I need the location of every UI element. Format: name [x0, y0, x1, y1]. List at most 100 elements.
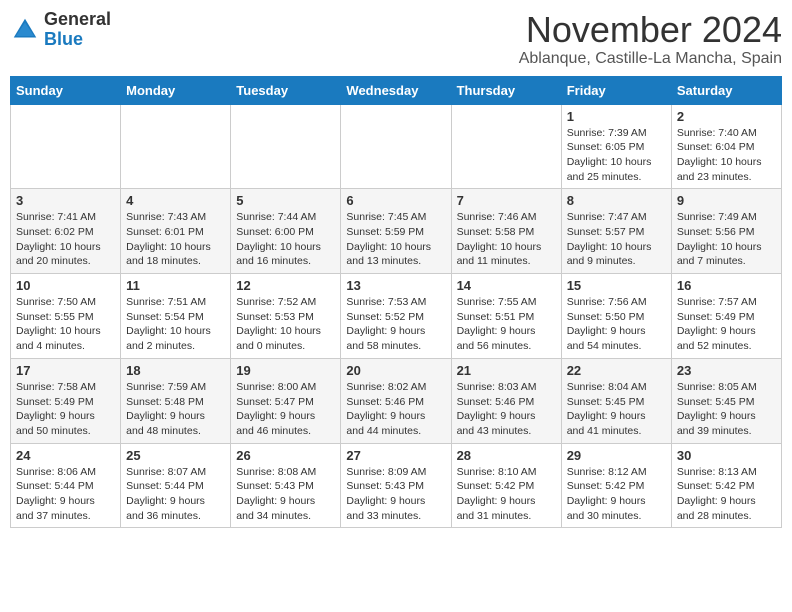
calendar-cell: 12 Sunrise: 7:52 AM Sunset: 5:53 PM Dayli…: [231, 274, 341, 359]
calendar-cell: 11 Sunrise: 7:51 AM Sunset: 5:54 PM Dayli…: [121, 274, 231, 359]
day-number: 15: [567, 278, 666, 293]
calendar-cell: [121, 104, 231, 189]
day-info: Sunrise: 7:51 AM Sunset: 5:54 PM Dayligh…: [126, 295, 225, 354]
day-info: Sunrise: 8:02 AM Sunset: 5:46 PM Dayligh…: [346, 380, 445, 439]
calendar-cell: 24Sunrise: 8:06 AM Sunset: 5:44 PM Dayli…: [11, 443, 121, 528]
day-info: Sunrise: 7:47 AM Sunset: 5:57 PM Dayligh…: [567, 210, 666, 269]
calendar-cell: 13 Sunrise: 7:53 AM Sunset: 5:52 PM Dayli…: [341, 274, 451, 359]
day-info: Sunrise: 7:44 AM Sunset: 6:00 PM Dayligh…: [236, 210, 335, 269]
day-number: 8: [567, 193, 666, 208]
day-number: 29: [567, 448, 666, 463]
day-number: 1: [567, 109, 666, 124]
day-info: Sunrise: 8:08 AM Sunset: 5:43 PM Dayligh…: [236, 465, 335, 524]
day-info: Sunrise: 8:07 AM Sunset: 5:44 PM Dayligh…: [126, 465, 225, 524]
day-info: Sunrise: 8:10 AM Sunset: 5:42 PM Dayligh…: [457, 465, 556, 524]
calendar-cell: 3 Sunrise: 7:41 AM Sunset: 6:02 PM Daylig…: [11, 189, 121, 274]
day-info: Sunrise: 7:58 AM Sunset: 5:49 PM Dayligh…: [16, 380, 115, 439]
calendar-cell: 4 Sunrise: 7:43 AM Sunset: 6:01 PM Daylig…: [121, 189, 231, 274]
calendar-cell: [341, 104, 451, 189]
day-info: Sunrise: 8:13 AM Sunset: 5:42 PM Dayligh…: [677, 465, 776, 524]
title-block: November 2024 Ablanque, Castille-La Manc…: [519, 10, 782, 68]
day-info: Sunrise: 7:49 AM Sunset: 5:56 PM Dayligh…: [677, 210, 776, 269]
logo-blue: Blue: [44, 29, 83, 49]
calendar-cell: 27 Sunrise: 8:09 AM Sunset: 5:43 PM Dayli…: [341, 443, 451, 528]
day-info: Sunrise: 8:03 AM Sunset: 5:46 PM Dayligh…: [457, 380, 556, 439]
day-number: 9: [677, 193, 776, 208]
weekday-header: Saturday: [671, 76, 781, 104]
calendar-cell: 30 Sunrise: 8:13 AM Sunset: 5:42 PM Dayli…: [671, 443, 781, 528]
day-info: Sunrise: 8:04 AM Sunset: 5:45 PM Dayligh…: [567, 380, 666, 439]
day-number: 6: [346, 193, 445, 208]
logo: General Blue: [10, 10, 111, 50]
day-number: 13: [346, 278, 445, 293]
day-info: Sunrise: 8:00 AM Sunset: 5:47 PM Dayligh…: [236, 380, 335, 439]
day-number: 17: [16, 363, 115, 378]
weekday-header: Friday: [561, 76, 671, 104]
day-info: Sunrise: 7:55 AM Sunset: 5:51 PM Dayligh…: [457, 295, 556, 354]
day-info: Sunrise: 7:41 AM Sunset: 6:02 PM Dayligh…: [16, 210, 115, 269]
calendar-cell: 9 Sunrise: 7:49 AM Sunset: 5:56 PM Daylig…: [671, 189, 781, 274]
calendar-cell: 1 Sunrise: 7:39 AM Sunset: 6:05 PM Daylig…: [561, 104, 671, 189]
logo-icon: [10, 15, 40, 45]
calendar-cell: [451, 104, 561, 189]
weekday-header: Thursday: [451, 76, 561, 104]
day-number: 2: [677, 109, 776, 124]
calendar-cell: 18 Sunrise: 7:59 AM Sunset: 5:48 PM Dayli…: [121, 358, 231, 443]
page-header: General Blue November 2024 Ablanque, Cas…: [10, 10, 782, 68]
calendar-cell: 10Sunrise: 7:50 AM Sunset: 5:55 PM Dayli…: [11, 274, 121, 359]
calendar-cell: 7Sunrise: 7:46 AM Sunset: 5:58 PM Daylig…: [451, 189, 561, 274]
calendar-cell: 20 Sunrise: 8:02 AM Sunset: 5:46 PM Dayli…: [341, 358, 451, 443]
day-info: Sunrise: 7:59 AM Sunset: 5:48 PM Dayligh…: [126, 380, 225, 439]
day-number: 18: [126, 363, 225, 378]
day-number: 12: [236, 278, 335, 293]
day-info: Sunrise: 7:43 AM Sunset: 6:01 PM Dayligh…: [126, 210, 225, 269]
day-number: 11: [126, 278, 225, 293]
day-info: Sunrise: 8:05 AM Sunset: 5:45 PM Dayligh…: [677, 380, 776, 439]
weekday-header: Sunday: [11, 76, 121, 104]
calendar-cell: 25 Sunrise: 8:07 AM Sunset: 5:44 PM Dayli…: [121, 443, 231, 528]
day-number: 5: [236, 193, 335, 208]
calendar-cell: 16 Sunrise: 7:57 AM Sunset: 5:49 PM Dayli…: [671, 274, 781, 359]
day-info: Sunrise: 8:12 AM Sunset: 5:42 PM Dayligh…: [567, 465, 666, 524]
day-number: 14: [457, 278, 556, 293]
day-info: Sunrise: 7:40 AM Sunset: 6:04 PM Dayligh…: [677, 126, 776, 185]
day-number: 3: [16, 193, 115, 208]
day-info: Sunrise: 7:57 AM Sunset: 5:49 PM Dayligh…: [677, 295, 776, 354]
day-number: 28: [457, 448, 556, 463]
day-info: Sunrise: 7:39 AM Sunset: 6:05 PM Dayligh…: [567, 126, 666, 185]
logo-text: General Blue: [44, 10, 111, 50]
day-number: 20: [346, 363, 445, 378]
calendar-cell: 8 Sunrise: 7:47 AM Sunset: 5:57 PM Daylig…: [561, 189, 671, 274]
calendar-cell: 19Sunrise: 8:00 AM Sunset: 5:47 PM Dayli…: [231, 358, 341, 443]
day-number: 21: [457, 363, 556, 378]
calendar-week-row: 1 Sunrise: 7:39 AM Sunset: 6:05 PM Daylig…: [11, 104, 782, 189]
calendar-cell: 14 Sunrise: 7:55 AM Sunset: 5:51 PM Dayli…: [451, 274, 561, 359]
day-number: 30: [677, 448, 776, 463]
day-number: 10: [16, 278, 115, 293]
day-number: 22: [567, 363, 666, 378]
weekday-header: Wednesday: [341, 76, 451, 104]
day-info: Sunrise: 8:09 AM Sunset: 5:43 PM Dayligh…: [346, 465, 445, 524]
weekday-header: Tuesday: [231, 76, 341, 104]
calendar-cell: 5 Sunrise: 7:44 AM Sunset: 6:00 PM Daylig…: [231, 189, 341, 274]
weekday-header: Monday: [121, 76, 231, 104]
calendar-table: SundayMondayTuesdayWednesdayThursdayFrid…: [10, 76, 782, 529]
day-info: Sunrise: 7:53 AM Sunset: 5:52 PM Dayligh…: [346, 295, 445, 354]
day-info: Sunrise: 7:52 AM Sunset: 5:53 PM Dayligh…: [236, 295, 335, 354]
calendar-cell: 28 Sunrise: 8:10 AM Sunset: 5:42 PM Dayli…: [451, 443, 561, 528]
calendar-week-row: 24Sunrise: 8:06 AM Sunset: 5:44 PM Dayli…: [11, 443, 782, 528]
logo-general: General: [44, 9, 111, 29]
day-number: 27: [346, 448, 445, 463]
day-number: 23: [677, 363, 776, 378]
calendar-week-row: 3 Sunrise: 7:41 AM Sunset: 6:02 PM Daylig…: [11, 189, 782, 274]
calendar-cell: 22 Sunrise: 8:04 AM Sunset: 5:45 PM Dayli…: [561, 358, 671, 443]
day-number: 24: [16, 448, 115, 463]
day-info: Sunrise: 7:45 AM Sunset: 5:59 PM Dayligh…: [346, 210, 445, 269]
day-number: 16: [677, 278, 776, 293]
day-number: 4: [126, 193, 225, 208]
day-number: 25: [126, 448, 225, 463]
calendar-cell: 6 Sunrise: 7:45 AM Sunset: 5:59 PM Daylig…: [341, 189, 451, 274]
calendar-cell: [231, 104, 341, 189]
calendar-cell: 17 Sunrise: 7:58 AM Sunset: 5:49 PM Dayli…: [11, 358, 121, 443]
day-info: Sunrise: 7:46 AM Sunset: 5:58 PM Dayligh…: [457, 210, 556, 269]
